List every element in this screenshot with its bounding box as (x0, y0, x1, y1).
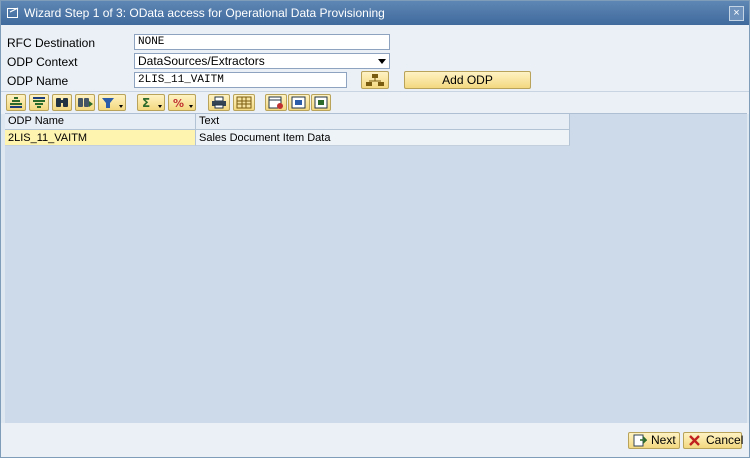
dialog-title: Wizard Step 1 of 3: OData access for Ope… (24, 6, 385, 20)
chevron-down-icon[interactable] (378, 59, 386, 64)
hierarchy-button[interactable] (361, 71, 389, 89)
grid-toolbar: Σ % (1, 91, 749, 114)
odp-context-select[interactable]: DataSources/Extractors (134, 53, 390, 69)
export-button[interactable] (233, 94, 255, 111)
odp-context-label: ODP Context (7, 55, 78, 69)
odp-grid: ODP Name Text 2LIS_11_VAITM Sales Docume… (5, 113, 747, 424)
select-layout-icon (291, 96, 306, 109)
save-layout-button[interactable] (311, 94, 331, 111)
find-next-icon (78, 98, 93, 107)
svg-text:Σ: Σ (142, 96, 150, 110)
sort-descending-icon (33, 97, 45, 108)
print-icon (212, 96, 226, 109)
next-label: Next (651, 433, 676, 447)
cancel-button[interactable]: Cancel (683, 432, 744, 451)
svg-text:%: % (173, 97, 184, 110)
sort-ascending-button[interactable] (6, 94, 26, 111)
grid-header: ODP Name Text (5, 114, 570, 130)
select-layout-button[interactable] (288, 94, 310, 111)
cancel-label: Cancel (706, 433, 744, 447)
rfc-destination-field[interactable]: NONE (134, 34, 390, 50)
print-button[interactable] (208, 94, 230, 111)
find-icon (56, 98, 68, 107)
cell-odp-name[interactable]: 2LIS_11_VAITM (5, 130, 196, 146)
odp-name-field[interactable]: 2LIS_11_VAITM (134, 72, 347, 88)
layout-button[interactable] (265, 94, 287, 111)
subtotal-icon: % (173, 97, 193, 110)
odp-name-label: ODP Name (7, 74, 69, 88)
sum-icon: Σ (142, 96, 162, 110)
wizard-icon (7, 7, 19, 18)
sort-ascending-icon (10, 97, 22, 108)
layout-icon (268, 96, 283, 109)
column-header-text[interactable]: Text (196, 114, 570, 129)
wizard-dialog: Wizard Step 1 of 3: OData access for Ope… (0, 0, 750, 458)
close-icon[interactable]: × (729, 6, 744, 21)
filter-icon (102, 98, 123, 108)
column-header-odp-name[interactable]: ODP Name (5, 114, 196, 129)
filter-button[interactable] (98, 94, 126, 111)
subtotal-button[interactable]: % (168, 94, 196, 111)
title-bar: Wizard Step 1 of 3: OData access for Ope… (1, 1, 749, 25)
add-odp-button[interactable]: Add ODP (404, 71, 531, 89)
cell-text[interactable]: Sales Document Item Data (196, 130, 570, 146)
table-row[interactable]: 2LIS_11_VAITM Sales Document Item Data (5, 130, 570, 146)
hierarchy-icon (366, 74, 384, 86)
rfc-destination-label: RFC Destination (7, 36, 96, 50)
odp-context-value: DataSources/Extractors (138, 54, 265, 68)
dialog-footer: Next Cancel (1, 423, 749, 457)
export-icon (236, 96, 252, 109)
sort-descending-button[interactable] (29, 94, 49, 111)
next-icon (633, 434, 648, 451)
cancel-icon (688, 434, 701, 451)
save-layout-icon (314, 96, 328, 109)
find-next-button[interactable] (75, 94, 95, 111)
sum-button[interactable]: Σ (137, 94, 165, 111)
find-button[interactable] (52, 94, 72, 111)
next-button[interactable]: Next (628, 432, 680, 449)
